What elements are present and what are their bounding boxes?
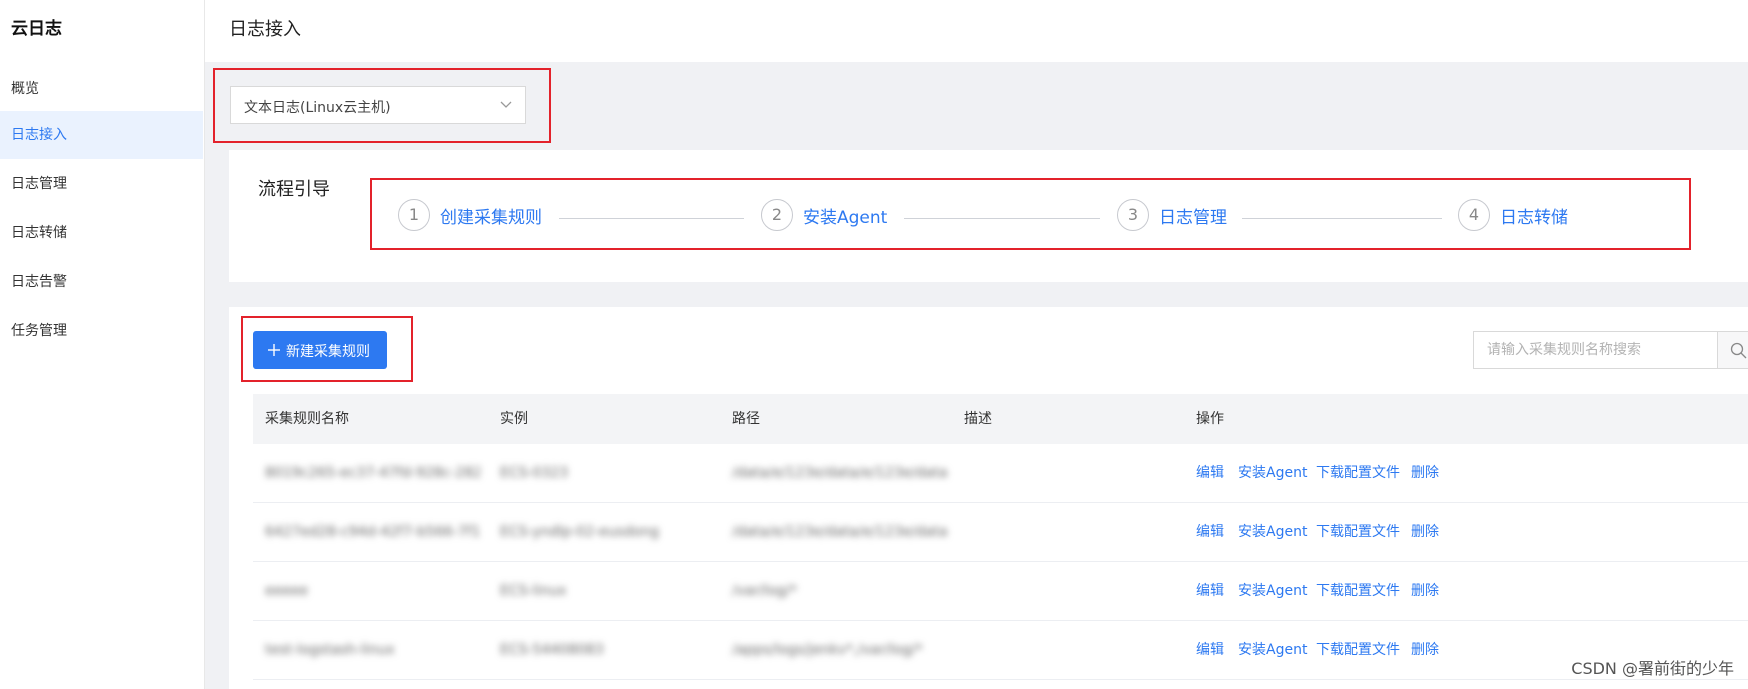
- watermark: CSDN @署前街的少年: [1571, 659, 1734, 678]
- column-header-path: 路径: [732, 411, 760, 427]
- search-button[interactable]: [1717, 331, 1748, 369]
- plus-icon: [268, 344, 280, 356]
- cell-path: /data/e/123e/data/e/123e/data/...: [732, 465, 947, 481]
- step-connector: [559, 218, 744, 219]
- delete-link[interactable]: 删除: [1411, 503, 1439, 561]
- process-guide-label: 流程引导: [258, 179, 330, 200]
- sidebar-item-log-dump[interactable]: 日志转储: [0, 209, 203, 257]
- table-row: test-logstash-linux ECS-54408083 /apps/l…: [253, 621, 1748, 680]
- cell-instance: ECS-0323: [500, 465, 569, 481]
- step-create-rule[interactable]: 创建采集规则: [440, 203, 542, 228]
- table-header: 采集规则名称 实例 路径 描述 操作: [253, 394, 1748, 444]
- cell-description: [964, 621, 1179, 679]
- install-agent-link[interactable]: 安装Agent: [1238, 562, 1307, 620]
- step-connector: [904, 218, 1100, 219]
- download-config-link[interactable]: 下载配置文件: [1316, 444, 1400, 502]
- step-connector: [1242, 218, 1442, 219]
- step-2-number: 2: [761, 199, 793, 231]
- step-1-number: 1: [398, 199, 430, 231]
- table-row: 8019c265-ec37-47fd-928c-282... ECS-0323 …: [253, 444, 1748, 503]
- install-agent-link[interactable]: 安装Agent: [1238, 621, 1307, 679]
- sidebar-item-overview[interactable]: 概览: [0, 65, 203, 113]
- table-row: 6427ed28-c94d-42f7-b566-7f1... ECS-yndlp…: [253, 503, 1748, 562]
- download-config-link[interactable]: 下载配置文件: [1316, 621, 1400, 679]
- column-header-actions: 操作: [1196, 411, 1224, 427]
- sidebar-item-task-management[interactable]: 任务管理: [0, 307, 203, 355]
- column-header-description: 描述: [964, 411, 992, 427]
- new-collection-rule-label: 新建采集规则: [286, 344, 370, 360]
- cell-path: /data/e/123e/data/e/123e/data/...: [732, 524, 947, 540]
- collection-rules-panel: 新建采集规则 采集规则名称 实例 路径 描述 操作 8019c265-ec37-…: [229, 307, 1748, 689]
- cell-instance: ECS-yndlp-02-eusdong: [500, 524, 660, 540]
- cell-rule-name: eeeee: [265, 583, 309, 599]
- cell-instance: ECS-54408083: [500, 642, 604, 658]
- rule-search-input[interactable]: [1473, 331, 1718, 369]
- new-collection-rule-button[interactable]: 新建采集规则: [253, 331, 387, 369]
- step-log-dump[interactable]: 日志转储: [1500, 203, 1568, 228]
- search-icon: [1730, 342, 1747, 359]
- main-content: 日志接入 文本日志(Linux云主机) 流程引导 1 创建采集规则 2 安装Ag…: [205, 0, 1748, 689]
- annotation-box-steps: [370, 178, 1691, 250]
- process-guide-panel: 流程引导 1 创建采集规则 2 安装Agent 3 日志管理 4 日志转储: [229, 150, 1748, 282]
- install-agent-link[interactable]: 安装Agent: [1238, 503, 1307, 561]
- step-install-agent[interactable]: 安装Agent: [803, 203, 887, 228]
- sidebar-item-log-access[interactable]: 日志接入: [0, 111, 203, 159]
- page-title: 日志接入: [229, 19, 301, 40]
- download-config-link[interactable]: 下载配置文件: [1316, 562, 1400, 620]
- delete-link[interactable]: 删除: [1411, 621, 1439, 679]
- cell-rule-name: 6427ed28-c94d-42f7-b566-7f1...: [265, 524, 480, 540]
- log-source-select-value: 文本日志(Linux云主机): [244, 100, 391, 116]
- chevron-down-icon: [500, 101, 512, 108]
- cell-rule-name: 8019c265-ec37-47fd-928c-282...: [265, 465, 480, 481]
- edit-link[interactable]: 编辑: [1196, 444, 1224, 502]
- sidebar-item-log-management[interactable]: 日志管理: [0, 160, 203, 208]
- sidebar: 云日志 概览 日志接入 日志管理 日志转储 日志告警 任务管理: [0, 0, 205, 689]
- step-log-management[interactable]: 日志管理: [1159, 203, 1227, 228]
- install-agent-link[interactable]: 安装Agent: [1238, 444, 1307, 502]
- column-header-rule-name: 采集规则名称: [265, 411, 349, 427]
- cell-description: [964, 562, 1179, 620]
- table-row: eeeee ECS-linux /var/log/* 编辑 安装Agent 下载…: [253, 562, 1748, 621]
- cell-description: [964, 503, 1179, 561]
- step-3-number: 3: [1117, 199, 1149, 231]
- column-header-instance: 实例: [500, 411, 528, 427]
- delete-link[interactable]: 删除: [1411, 562, 1439, 620]
- cell-path: /var/log/*: [732, 583, 798, 599]
- cell-instance: ECS-linux: [500, 583, 567, 599]
- app-title: 云日志: [11, 19, 62, 39]
- sidebar-item-log-alarm[interactable]: 日志告警: [0, 258, 203, 306]
- page-header: 日志接入: [205, 0, 1748, 62]
- cell-rule-name: test-logstash-linux: [265, 642, 395, 658]
- step-4-number: 4: [1458, 199, 1490, 231]
- edit-link[interactable]: 编辑: [1196, 503, 1224, 561]
- delete-link[interactable]: 删除: [1411, 444, 1439, 502]
- cell-description: [964, 444, 1179, 502]
- download-config-link[interactable]: 下载配置文件: [1316, 503, 1400, 561]
- cell-path: /apps/logs/jenkv*,/var/log/*: [732, 642, 923, 658]
- edit-link[interactable]: 编辑: [1196, 621, 1224, 679]
- edit-link[interactable]: 编辑: [1196, 562, 1224, 620]
- log-source-select[interactable]: 文本日志(Linux云主机): [230, 86, 526, 124]
